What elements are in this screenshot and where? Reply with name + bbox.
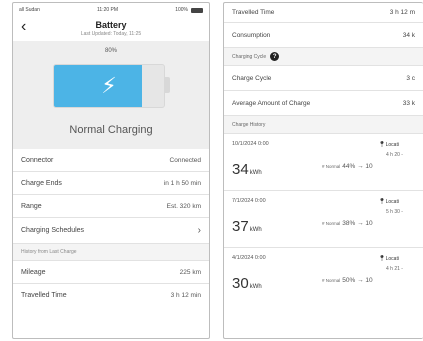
range-row: Range Est. 320 km: [13, 195, 209, 218]
row-label: Travelled Time: [21, 292, 67, 299]
bolt-icon: ⚡︎: [101, 73, 117, 98]
row-label: Charging Schedules: [21, 227, 85, 234]
average-charge-row: Average Amount of Charge 33 k: [224, 91, 423, 116]
history-location: 📍︎Locati: [378, 142, 399, 148]
location-pin-icon: 📍︎: [378, 256, 386, 262]
history-range: # Normal 38% → 10: [322, 220, 373, 227]
row-value: Est. 320 km: [166, 202, 201, 210]
charge-history-item[interactable]: 4/1/2024 0:00 30kWh 📍︎Locati 4 h 21 - # …: [224, 248, 423, 305]
row-value: 34 k: [402, 31, 415, 39]
chevron-right-icon: ›: [197, 225, 201, 236]
row-label: Consumption: [232, 31, 271, 39]
battery-screen: all Sudan 11:20 PM 100% ‹ Battery Last U…: [12, 2, 210, 339]
row-label: Range: [21, 202, 42, 210]
history-energy: 30kWh: [232, 275, 262, 292]
history-energy: 34kWh: [232, 161, 262, 178]
charge-cycle-row: Charge Cycle 3 c: [224, 66, 423, 91]
row-label: Mileage: [21, 268, 46, 276]
charging-schedules-row[interactable]: Charging Schedules ›: [13, 218, 209, 244]
page-title: Battery: [95, 20, 127, 30]
battery-percent: 80%: [104, 48, 117, 54]
status-battery-icon: [191, 7, 203, 13]
battery-cap: [165, 77, 170, 93]
clock-label: 11:20 PM: [97, 7, 119, 13]
history-location: 📍︎Locati: [378, 199, 399, 205]
battery-detail-screen: Travelled Time 3 h 12 m Consumption 34 k…: [223, 2, 423, 339]
connector-row: Connector Connected: [13, 149, 209, 172]
charge-ends-row: Charge Ends in 1 h 50 min: [13, 172, 209, 195]
row-label: Average Amount of Charge: [232, 99, 311, 107]
history-date: 7/1/2024 0:00: [232, 198, 266, 204]
section-label: Charge History: [232, 121, 266, 128]
history-date: 4/1/2024 0:00: [232, 255, 266, 261]
history-range: # Normal 44% → 10: [322, 163, 373, 170]
charging-status: Normal Charging: [69, 124, 153, 136]
history-duration: 4 h 21 -: [386, 266, 403, 272]
charge-history-section: Charge History: [224, 116, 423, 134]
charge-history-item[interactable]: 10/1/2024 0:00 34kWh 📍︎Locati 4 h 20 - #…: [224, 134, 423, 191]
travelled-time-row: Travelled Time 3 h 12 min: [13, 284, 209, 307]
battery-panel: 80% ⚡︎ Normal Charging: [13, 41, 209, 149]
page-header: ‹ Battery Last Updated: Today, 11:25: [13, 17, 209, 41]
row-label: Connector: [21, 156, 54, 164]
last-updated-label: Last Updated: Today, 11:25: [80, 31, 142, 37]
row-label: Charge Cycle: [232, 74, 272, 82]
status-bar: all Sudan 11:20 PM 100%: [13, 3, 209, 17]
row-value: 33 k: [402, 99, 415, 107]
mileage-row: Mileage 225 km: [13, 261, 209, 284]
row-value: 225 km: [179, 268, 201, 276]
row-value: 3 h 12 m: [389, 9, 415, 16]
section-label: Charging Cycle: [232, 53, 267, 60]
help-icon[interactable]: ?: [270, 52, 280, 61]
row-value: 3 c: [406, 74, 415, 82]
travelled-time-row: Travelled Time 3 h 12 m: [224, 3, 423, 23]
battery-percent-label: 100%: [175, 7, 188, 13]
history-section-label: History from Last Charge: [13, 244, 209, 261]
row-value: in 1 h 50 min: [163, 179, 201, 187]
history-duration: 5 h 30 -: [386, 209, 403, 215]
charging-cycle-section: Charging Cycle ?: [224, 48, 423, 66]
history-energy: 37kWh: [232, 218, 262, 235]
row-value: Connected: [169, 156, 201, 164]
location-pin-icon: 📍︎: [378, 142, 386, 148]
location-pin-icon: 📍︎: [378, 199, 386, 205]
back-button[interactable]: ‹: [21, 19, 26, 35]
carrier-label: all Sudan: [19, 7, 40, 13]
history-date: 10/1/2024 0:00: [232, 141, 269, 147]
charge-history-item[interactable]: 7/1/2024 0:00 37kWh 📍︎Locati 5 h 30 - # …: [224, 191, 423, 248]
consumption-row: Consumption 34 k: [224, 23, 423, 48]
history-range: # Normal 50% → 10: [322, 277, 373, 284]
battery-graphic: ⚡︎: [53, 64, 165, 108]
history-location: 📍︎Locati: [378, 256, 399, 262]
row-label: Charge Ends: [21, 179, 62, 187]
row-value: 3 h 12 min: [170, 292, 201, 299]
row-label: Travelled Time: [232, 9, 275, 16]
history-duration: 4 h 20 -: [386, 152, 403, 158]
